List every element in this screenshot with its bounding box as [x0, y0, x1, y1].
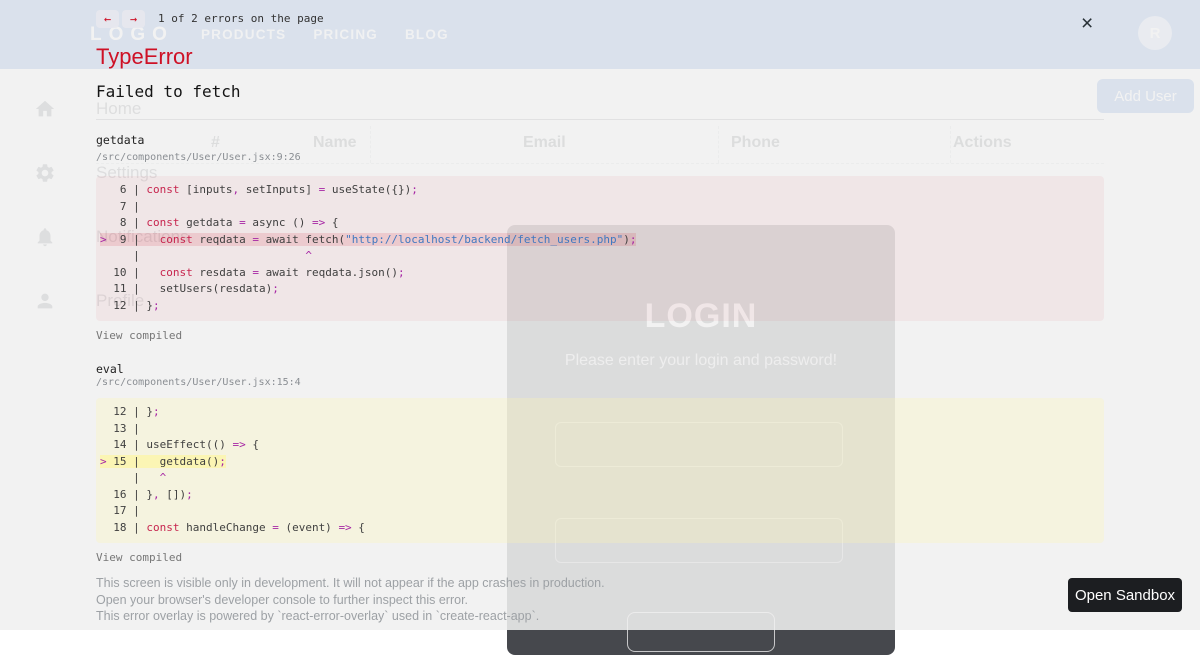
error-counter: 1 of 2 errors on the page: [158, 10, 324, 28]
code-frame: 12 | }; 13 | 14 | useEffect(() => {> 15 …: [96, 398, 1104, 543]
error-message: Failed to fetch: [96, 82, 1104, 101]
error-navigation: ← → 1 of 2 errors on the page: [96, 10, 1104, 28]
view-compiled-link[interactable]: View compiled: [96, 329, 1104, 342]
stack-frame-location: /src/components/User/User.jsx:9:26: [96, 152, 1104, 164]
stack-frame-function: eval: [96, 362, 1104, 376]
view-compiled-link[interactable]: View compiled: [96, 551, 1104, 564]
overlay-footer: This screen is visible only in developme…: [96, 575, 1104, 625]
footer-line: Open your browser's developer console to…: [96, 592, 1104, 609]
stack-frame-function: getdata: [96, 133, 1104, 147]
next-error-button[interactable]: →: [122, 10, 145, 28]
footer-line: This screen is visible only in developme…: [96, 575, 1104, 592]
error-type: TypeError: [96, 44, 1104, 70]
error-overlay: ← → 1 of 2 errors on the page TypeError …: [96, 0, 1104, 625]
code-frame: 6 | const [inputs, setInputs] = useState…: [96, 176, 1104, 321]
open-sandbox-button[interactable]: Open Sandbox: [1068, 578, 1182, 612]
previous-error-button[interactable]: ←: [96, 10, 119, 28]
stack-frame-location: /src/components/User/User.jsx:15:4: [96, 377, 1104, 389]
footer-line: This error overlay is powered by `react-…: [96, 608, 1104, 625]
